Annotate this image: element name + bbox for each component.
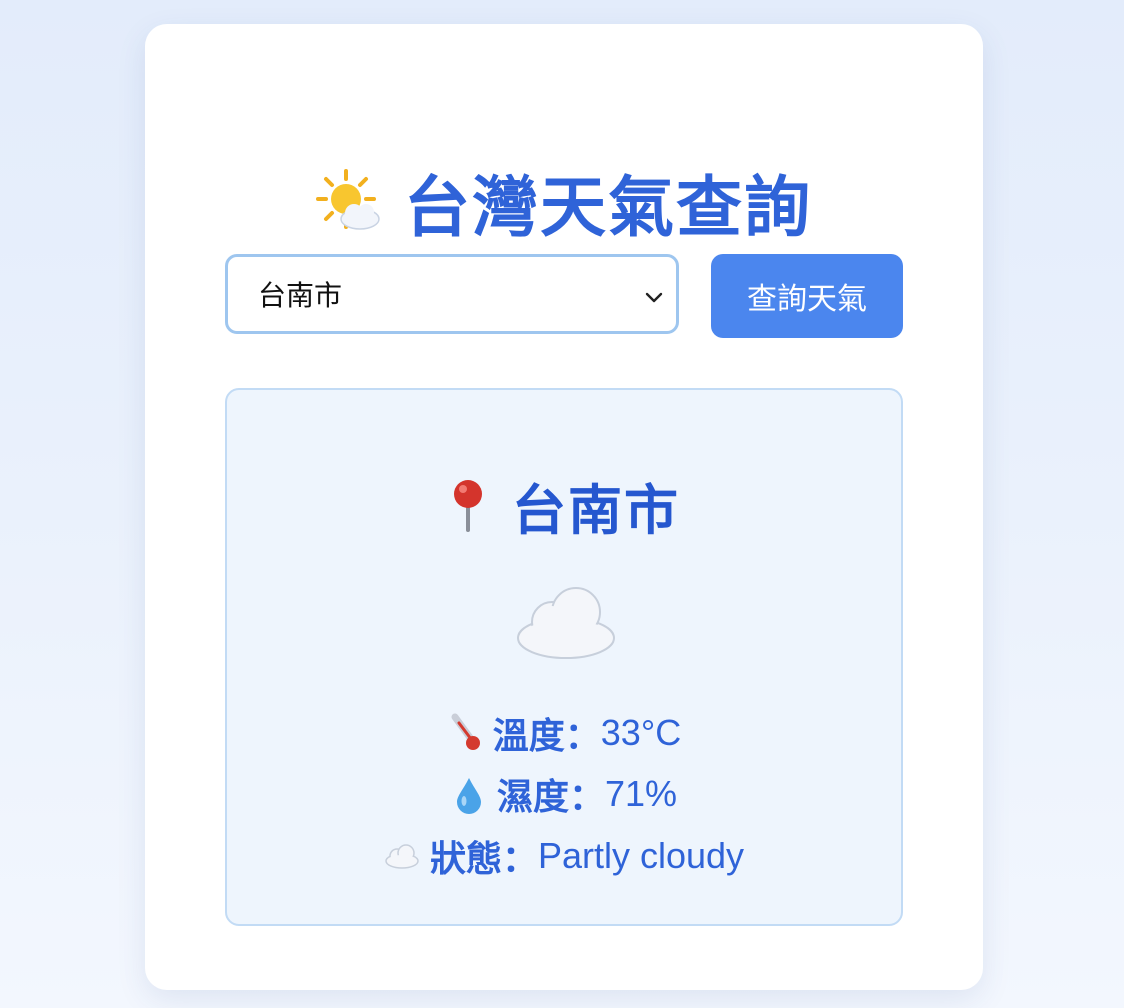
humidity-row: 濕度： 71% <box>227 769 901 819</box>
page-title: 台灣天氣查詢 <box>404 170 812 244</box>
chevron-down-icon <box>645 292 663 303</box>
cloud-icon <box>517 587 615 659</box>
status-row: 狀態： Partly cloudy <box>227 831 901 881</box>
humidity-value: 71% <box>604 773 678 814</box>
page-header: 台灣天氣查詢 <box>145 152 983 252</box>
temperature-label: 溫度： <box>492 715 601 756</box>
temperature-row: 溫度： 33°C <box>227 708 901 758</box>
weather-result-panel: 台南市 溫度： 33°C 濕度： 71% 狀態： Partly cloudy <box>225 388 903 926</box>
droplet-icon <box>456 778 481 814</box>
result-city-name: 台南市 <box>512 480 680 541</box>
humidity-label: 濕度： <box>496 776 605 817</box>
query-weather-button[interactable]: 查詢天氣 <box>711 254 903 338</box>
city-select[interactable]: 台南市 <box>225 254 679 334</box>
status-label: 狀態： <box>429 838 538 879</box>
weather-card: 台灣天氣查詢 台南市 查詢天氣 台南市 溫度： 33°C 濕度： 71% 狀態：… <box>145 24 983 990</box>
sun-behind-cloud-icon <box>316 169 380 230</box>
round-pushpin-icon <box>454 480 482 532</box>
status-value: Partly cloudy <box>537 835 745 876</box>
result-city-header: 台南市 <box>227 470 901 541</box>
search-controls: 台南市 查詢天氣 <box>225 254 903 339</box>
temperature-value: 33°C <box>600 712 682 753</box>
city-select-value: 台南市 <box>258 280 343 311</box>
cloud-icon <box>385 844 419 869</box>
thermometer-icon <box>451 713 480 750</box>
